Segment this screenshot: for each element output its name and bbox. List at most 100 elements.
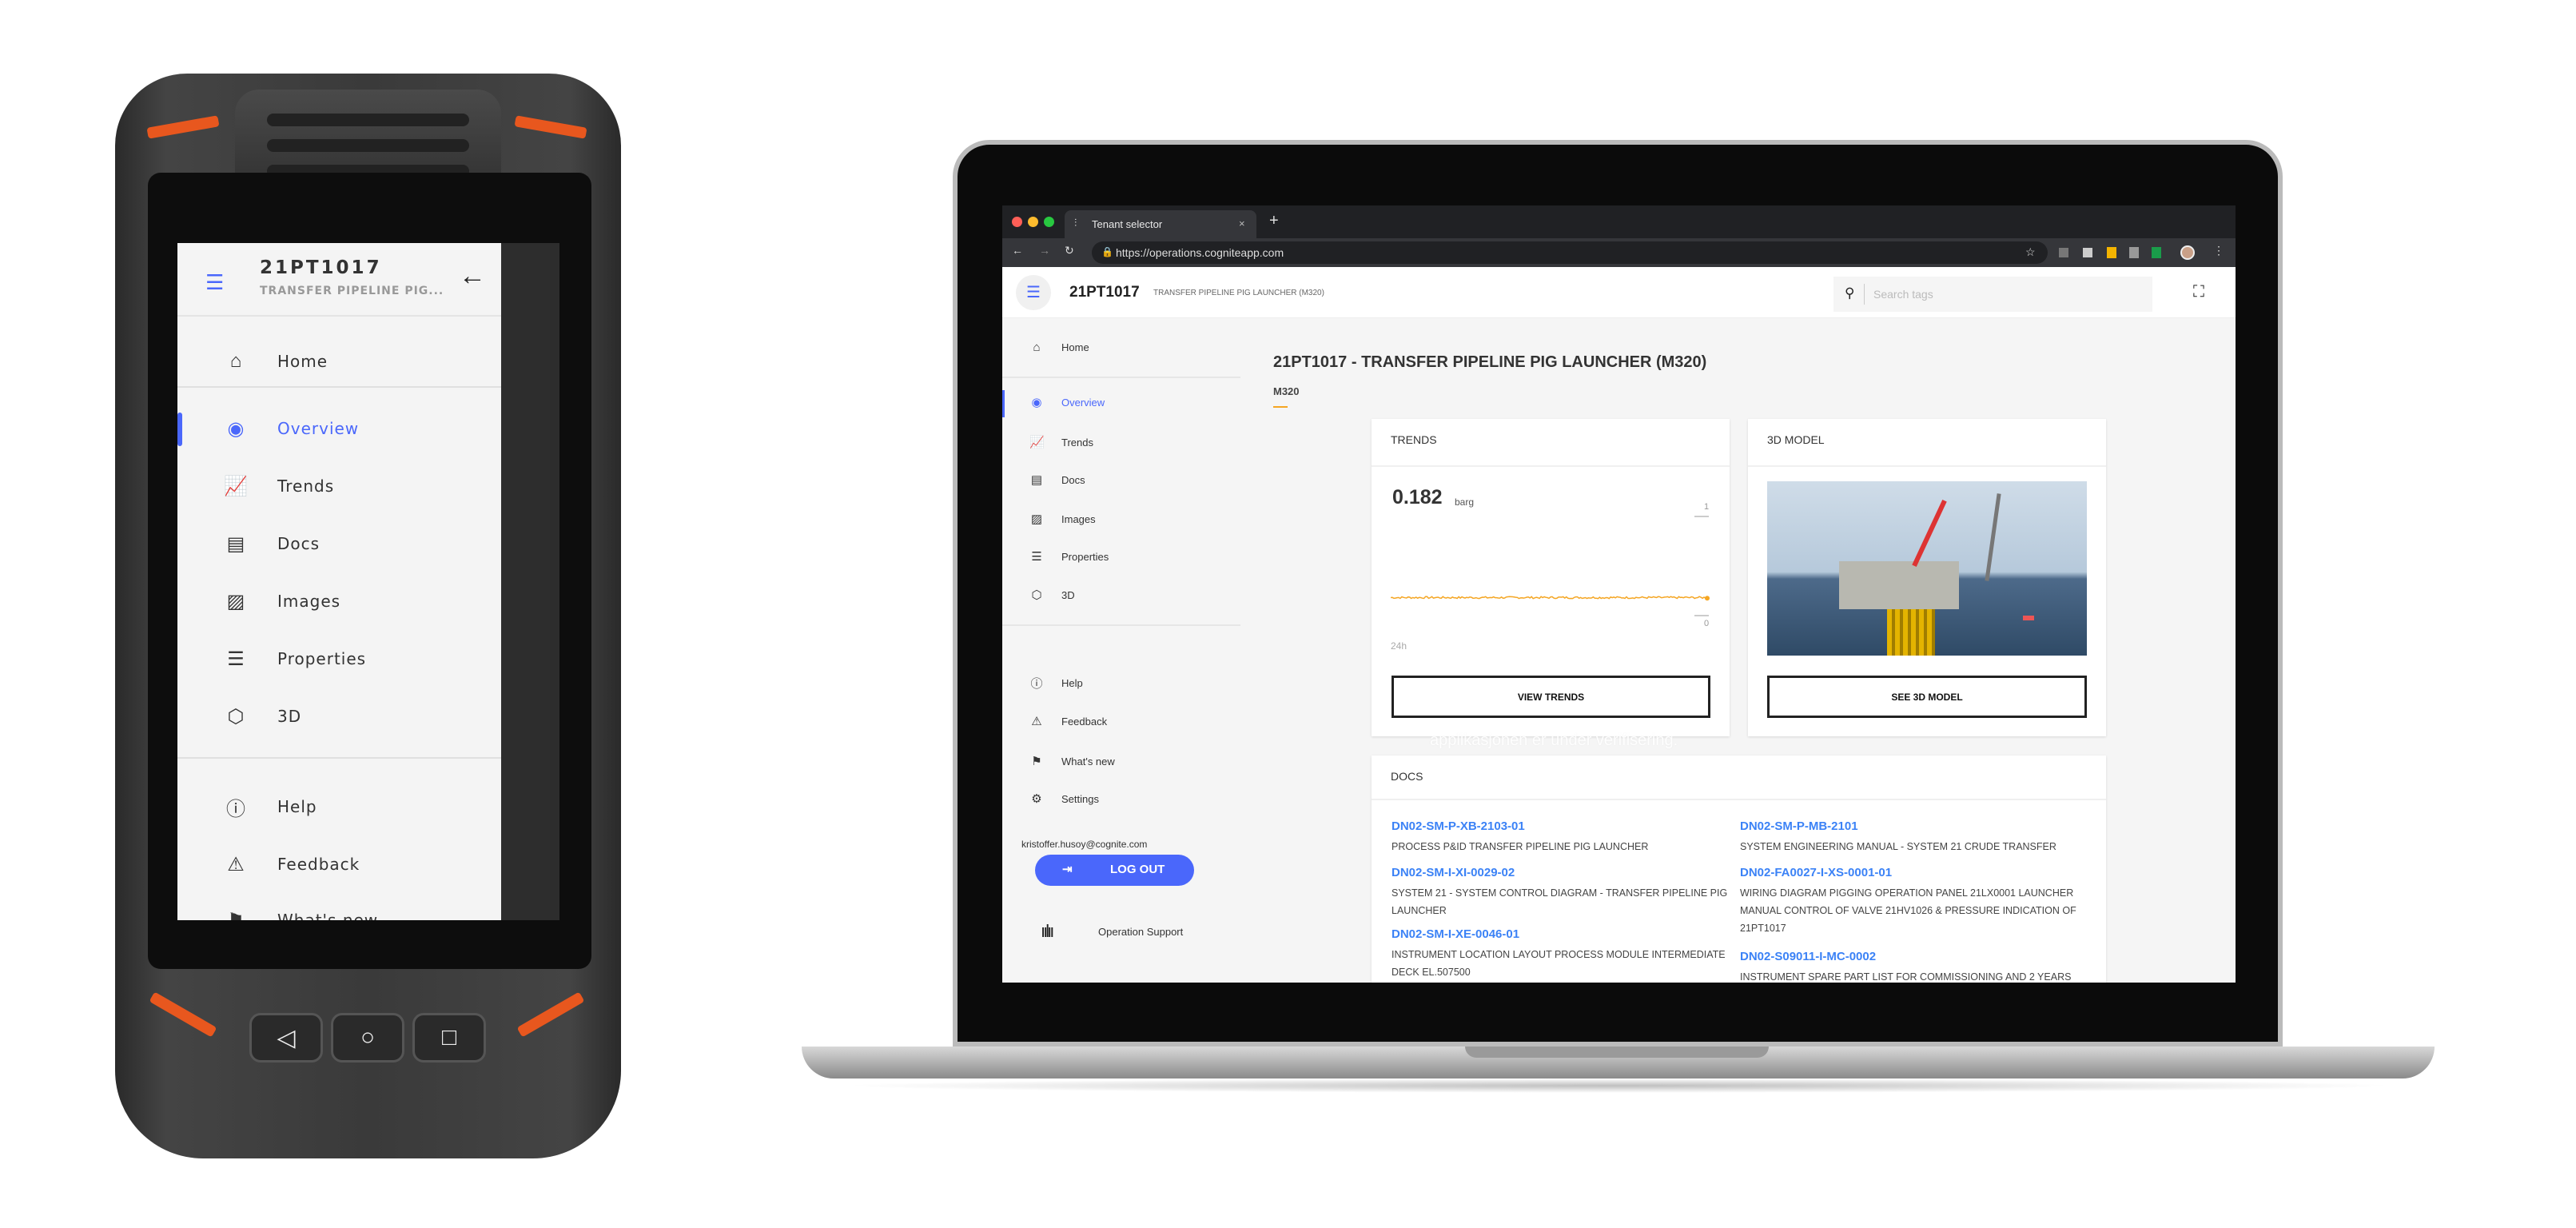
doc-link[interactable]: DN02-S09011-I-MC-0002 xyxy=(1740,950,2084,968)
trends-card: TRENDS 0.182 barg 1 0 24h VIEW TRENDS xyxy=(1372,419,1730,736)
platform-image[interactable] xyxy=(1767,481,2087,656)
search-icon: ⚲ xyxy=(1845,285,1855,301)
nav-item-properties[interactable]: ☰ Properties xyxy=(1002,544,1240,568)
profile-avatar[interactable] xyxy=(2180,245,2195,260)
nav-item-label: Help xyxy=(277,797,317,816)
laptop-screen: ⫶ Tenant selector × + ← → ↻ 🔒 https://op… xyxy=(1002,205,2236,983)
recents-nav-button[interactable]: □ xyxy=(412,1013,486,1063)
nav-item-images[interactable]: ▨ Images xyxy=(177,585,501,617)
doc-description: SYSTEM ENGINEERING MANUAL - SYSTEM 21 CR… xyxy=(1740,841,2056,852)
verification-watermark: applikasjonen er under verifisering. xyxy=(1430,732,1678,749)
url-text: https://operations.cogniteapp.com xyxy=(1116,246,1284,259)
nav-item-overview[interactable]: ◉ Overview xyxy=(177,413,501,445)
doc-description: WIRING DIAGRAM PIGGING OPERATION PANEL 2… xyxy=(1740,887,2076,934)
doc-link[interactable]: DN02-SM-P-MB-2101 xyxy=(1740,819,2084,838)
cube-icon: ⬡ xyxy=(227,705,245,728)
nav-item-label: What's new xyxy=(1061,755,1115,768)
nav-item-label: Overview xyxy=(1061,396,1105,409)
nav-item-feedback[interactable]: ⚠ Feedback xyxy=(1002,709,1240,733)
extension-icon[interactable] xyxy=(2083,248,2092,257)
home-icon: ⌂ xyxy=(1033,340,1041,354)
nav-item-label: Trends xyxy=(277,476,335,496)
view-trends-button[interactable]: VIEW TRENDS xyxy=(1392,676,1710,718)
search-placeholder: Search tags xyxy=(1873,288,1933,301)
back-nav-button[interactable]: ◁ xyxy=(249,1013,323,1063)
3d-model-card: 3D MODEL SEE 3D MODEL xyxy=(1748,419,2106,736)
phone-nav-drawer: ☰ 21PT1017 TRANSFER PIPELINE PIG... ← ⌂ H… xyxy=(177,243,501,920)
nav-item-label: Trends xyxy=(1061,436,1093,449)
document-icon: ▤ xyxy=(226,532,245,555)
image-icon: ▨ xyxy=(1030,512,1043,526)
brand-name: Operation Support xyxy=(1098,926,1184,938)
nav-item-images[interactable]: ▨ Images xyxy=(1002,507,1240,531)
search-tags-input[interactable]: ⚲ Search tags xyxy=(1833,277,2152,312)
extension-icon[interactable] xyxy=(2129,247,2139,258)
hamburger-icon[interactable]: ☰ xyxy=(205,270,224,295)
nav-item-what-s-new[interactable]: ⚑ What's new xyxy=(177,904,501,921)
docs-card: DOCS DN02-SM-P-XB-2103-01 PROCESS P&ID TR… xyxy=(1372,756,2106,983)
doc-item: DN02-S09011-I-MC-0002 INSTRUMENT SPARE PA… xyxy=(1740,950,2084,983)
doc-description: PROCESS P&ID TRANSFER PIPELINE PIG LAUNC… xyxy=(1392,841,1649,852)
scan-icon[interactable]: ⛶ xyxy=(2193,283,2204,301)
page-title: 21PT1017 - TRANSFER PIPELINE PIG LAUNCHE… xyxy=(1273,353,1707,371)
nav-item-properties[interactable]: ☰ Properties xyxy=(177,643,501,675)
reload-icon[interactable]: ↻ xyxy=(1065,244,1074,257)
tab-title: Tenant selector xyxy=(1092,218,1163,230)
nav-item-3d[interactable]: ⬡ 3D xyxy=(177,700,501,732)
maximize-window-button[interactable] xyxy=(1044,217,1054,227)
bookmark-star-icon[interactable]: ☆ xyxy=(2025,245,2036,259)
back-icon[interactable]: ← xyxy=(1012,244,1023,257)
flag-icon: ⚑ xyxy=(1031,755,1042,768)
nav-item-what-s-new[interactable]: ⚑ What's new xyxy=(1002,749,1240,773)
doc-link[interactable]: DN02-FA0027-I-XS-0001-01 xyxy=(1740,866,2084,884)
see-3d-model-button[interactable]: SEE 3D MODEL xyxy=(1767,676,2087,718)
forward-icon[interactable]: → xyxy=(1039,244,1050,257)
doc-link[interactable]: DN02-SM-I-XE-0046-01 xyxy=(1392,927,1735,946)
trend-unit: barg xyxy=(1455,496,1475,508)
list-icon: ☰ xyxy=(227,648,245,670)
close-tab-icon[interactable]: × xyxy=(1239,217,1245,229)
nav-item-label: Feedback xyxy=(1061,715,1108,728)
nav-item-help[interactable]: ⓘ Help xyxy=(1002,671,1240,695)
sidebar: ⌂ Home ◉ Overview 📈 Trends ▤ Docs ▨ Images ☰ Proper… xyxy=(1002,318,1240,983)
nav-item-label: What's new xyxy=(277,911,379,920)
back-arrow-icon[interactable]: ← xyxy=(459,261,486,292)
extension-icon[interactable] xyxy=(2107,247,2116,258)
new-tab-button[interactable]: + xyxy=(1269,212,1279,230)
menu-button[interactable]: ☰ xyxy=(1016,275,1051,310)
trend-value: 0.182 xyxy=(1392,486,1443,508)
nav-item-overview[interactable]: ◉ Overview xyxy=(1002,390,1240,417)
document-icon: ▤ xyxy=(1030,473,1043,487)
nav-item-help[interactable]: ⓘ Help xyxy=(177,791,501,823)
nav-item-home[interactable]: ⌂ Home xyxy=(1002,335,1240,359)
card-header: TRENDS xyxy=(1391,433,1437,446)
flag-icon: ⚑ xyxy=(227,909,245,921)
nav-item-label: Docs xyxy=(277,534,321,553)
url-field[interactable]: 🔒 https://operations.cogniteapp.com ☆ xyxy=(1092,241,2048,264)
phone-accent xyxy=(516,991,585,1038)
trend-sparkline[interactable] xyxy=(1391,516,1710,616)
nav-item-feedback[interactable]: ⚠ Feedback xyxy=(177,848,501,880)
nav-item-docs[interactable]: ▤ Docs xyxy=(177,528,501,560)
minimize-window-button[interactable] xyxy=(1028,217,1038,227)
extension-icon[interactable] xyxy=(2059,248,2068,257)
doc-item: DN02-SM-P-XB-2103-01 PROCESS P&ID TRANSFE… xyxy=(1392,819,1735,855)
nav-item-home[interactable]: ⌂ Home xyxy=(177,345,501,377)
close-window-button[interactable] xyxy=(1012,217,1022,227)
browser-menu-icon[interactable]: ⋮ xyxy=(2213,244,2224,257)
nav-item-settings[interactable]: ⚙ Settings xyxy=(1002,787,1240,811)
nav-item-label: 3D xyxy=(1061,588,1075,601)
browser-tab[interactable]: ⫶ Tenant selector × xyxy=(1065,210,1256,238)
nav-item-trends[interactable]: 📈 Trends xyxy=(177,470,501,502)
home-nav-button[interactable]: ○ xyxy=(331,1013,404,1063)
logout-button[interactable]: ⇥ LOG OUT xyxy=(1035,855,1194,886)
page-subtitle: M320 xyxy=(1273,385,1300,397)
doc-link[interactable]: DN02-SM-P-XB-2103-01 xyxy=(1392,819,1735,838)
nav-item-3d[interactable]: ⬡ 3D xyxy=(1002,583,1240,607)
nav-item-docs[interactable]: ▤ Docs xyxy=(1002,468,1240,492)
extension-icon[interactable] xyxy=(2152,247,2161,258)
doc-link[interactable]: DN02-SM-I-XI-0029-02 xyxy=(1392,866,1735,884)
chart-icon: 📈 xyxy=(224,475,248,497)
nav-item-trends[interactable]: 📈 Trends xyxy=(1002,430,1240,454)
doc-item: DN02-SM-I-XI-0029-02 SYSTEM 21 - SYSTEM C… xyxy=(1392,866,1735,919)
